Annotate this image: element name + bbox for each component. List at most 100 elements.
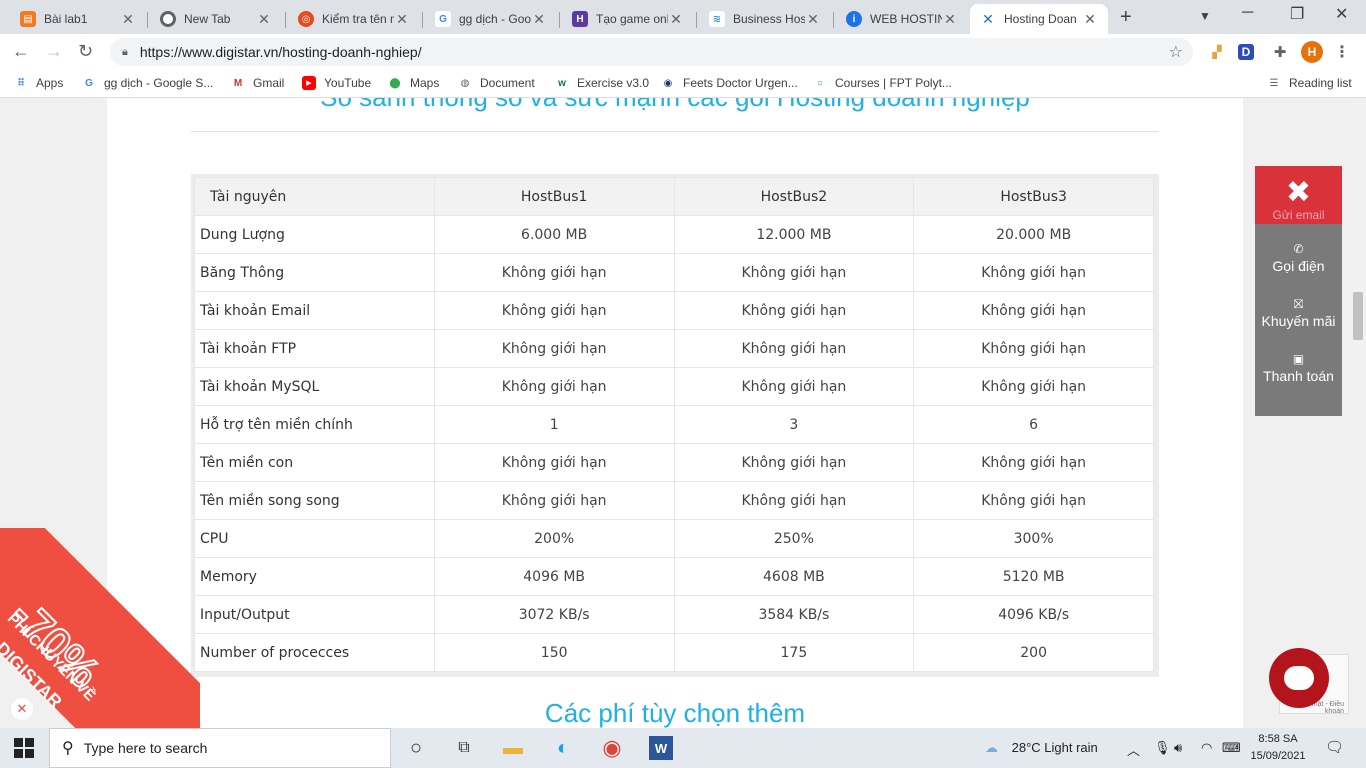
clock-time: 8:58 SA [1258, 733, 1298, 745]
youtube-icon: ▶ [302, 76, 316, 90]
scrollbar-thumb[interactable] [1353, 292, 1363, 340]
tab-search-icon[interactable]: ▼ [1199, 9, 1211, 23]
page-scrollbar[interactable] [1350, 98, 1366, 728]
close-icon[interactable]: ✕ [1082, 11, 1098, 28]
bookmark-feets-doctor[interactable]: ◉ Feets Doctor Urgen... [661, 76, 798, 90]
bookmark-exercise[interactable]: w Exercise v3.0 [555, 76, 649, 90]
back-icon[interactable]: ← [12, 41, 30, 62]
row-value: Không giới hạn [673, 367, 915, 406]
bookmark-label: Feets Doctor Urgen... [683, 76, 798, 90]
row-value: Không giới hạn [913, 253, 1154, 292]
volume-icon[interactable]: 🔊︎ [1174, 740, 1182, 756]
url-text[interactable]: https://www.digistar.vn/hosting-doanh-ng… [140, 44, 422, 60]
bookmark-youtube[interactable]: ▶ YouTube [302, 76, 371, 90]
call-button[interactable]: ✆ Gọi điện [1255, 242, 1342, 297]
cortana-icon[interactable]: ○ [404, 736, 428, 760]
reading-list[interactable]: ☰ Reading list [1267, 76, 1352, 90]
promotion-button[interactable]: ⛝ Khuyến mãi [1255, 297, 1342, 352]
bookmark-gg-dich[interactable]: Ggg dịch - Google S... [82, 76, 213, 90]
minimize-icon[interactable]: ─ [1242, 4, 1253, 22]
forward-icon[interactable]: → [45, 41, 63, 62]
row-value: 5120 MB [913, 557, 1154, 596]
comparison-title: So sánh thông số và sức mạnh các gói Hos… [107, 98, 1243, 113]
tab-bai-lab1[interactable]: ▤ Bài lab1 ✕ [10, 4, 146, 34]
row-value: Không giới hạn [673, 253, 915, 292]
bookmark-star-icon[interactable]: ☆ [1169, 42, 1183, 62]
row-value: Không giới hạn [433, 367, 675, 406]
tab-gg-dich[interactable]: G gg dịch - Goo ✕ [425, 4, 557, 34]
keyboard-icon[interactable]: ⌨ [1222, 740, 1241, 756]
restore-icon[interactable]: ❐ [1290, 4, 1304, 24]
close-icon[interactable]: ✕ [942, 11, 958, 28]
menu-icon[interactable]: ⋮ [1332, 42, 1352, 62]
extension-icon[interactable]: ▞ [1207, 42, 1227, 62]
row-value: 3072 KB/s [433, 595, 675, 634]
chrome-icon [160, 11, 176, 27]
row-label: Băng Thông [194, 253, 435, 292]
window-close-icon[interactable]: ✕ [1335, 4, 1348, 24]
notifications-icon[interactable]: 🗨︎ [1325, 738, 1344, 756]
taskbar-search[interactable]: ⚲ Type here to search [49, 728, 391, 768]
row-value: Không giới hạn [433, 291, 675, 330]
edge-icon[interactable]: ◐ [551, 736, 575, 760]
promo-ribbon[interactable]: -70% PHÍ CHUYỂN VỀ DIGISTAR [0, 528, 200, 728]
google-icon: G [435, 11, 451, 27]
game-icon: H [572, 11, 588, 27]
profile-initial: H [1307, 45, 1317, 59]
row-value: 250% [673, 519, 915, 558]
table-row: Tên miền song song Không giới hạn Không gi… [194, 481, 1154, 520]
bookmark-apps[interactable]: ⠿ Apps [14, 76, 63, 90]
bookmark-maps[interactable]: ⬤ Maps [388, 76, 439, 90]
extension-d-label: D [1241, 45, 1251, 59]
taskbar-clock[interactable]: 8:58 SA 15/09/2021 [1246, 731, 1310, 765]
bookmark-label: Courses | FPT Polyt... [835, 76, 952, 90]
tray-chevron-icon[interactable]: ︿ [1127, 740, 1140, 759]
close-icon[interactable]: ✕ [256, 11, 272, 28]
widget-close-button[interactable]: ✖ Gửi email [1255, 166, 1342, 224]
tab-business-host[interactable]: ≋ Business Host ✕ [699, 4, 831, 34]
row-label: Tên miền song song [194, 481, 435, 520]
tab-kiem-tra[interactable]: ◎ Kiểm tra tên m ✕ [288, 4, 420, 34]
money-icon: ▣ [1292, 352, 1305, 366]
chat-button[interactable] [1269, 648, 1329, 708]
profile-avatar[interactable]: H [1301, 41, 1323, 63]
maps-pin-icon: ⬤ [389, 77, 401, 89]
bookmark-label: Gmail [253, 76, 285, 90]
microphone-icon[interactable]: 🎙︎ [1154, 740, 1171, 756]
row-value: 1 [433, 405, 675, 444]
tab-tao-game[interactable]: H Tạo game onl ✕ [562, 4, 694, 34]
header-hostbus2: HostBus2 [673, 177, 915, 216]
address-bar[interactable]: 🔒︎ https://www.digistar.vn/hosting-doanh… [110, 38, 1193, 66]
word-icon[interactable]: W [649, 736, 673, 760]
promo-close-icon[interactable]: ✕ [11, 698, 33, 720]
bookmark-courses[interactable]: ○ Courses | FPT Polyt... [813, 76, 952, 90]
windows-start-icon[interactable] [14, 738, 34, 758]
close-icon[interactable]: ✕ [394, 11, 410, 28]
close-icon[interactable]: ✕ [668, 11, 684, 28]
tab-web-hosting[interactable]: i WEB HOSTING ✕ [836, 4, 968, 34]
task-view-icon[interactable]: ⧉ [452, 736, 476, 760]
row-label: Dung Lượng [194, 215, 435, 254]
payment-button[interactable]: ▣ Thanh toán [1255, 352, 1342, 407]
chrome-taskbar-icon[interactable]: ◉ [600, 735, 624, 760]
apps-grid-icon: ⠿ [17, 77, 25, 89]
tab-new-tab[interactable]: New Tab ✕ [150, 4, 282, 34]
bookmark-document[interactable]: ◍ Document [458, 76, 535, 90]
bookmark-gmail[interactable]: M Gmail [231, 76, 285, 90]
row-value: Không giới hạn [673, 443, 915, 482]
close-icon[interactable]: ✕ [531, 11, 547, 28]
wifi-icon[interactable]: ◠ [1201, 740, 1212, 756]
row-value: 4096 KB/s [913, 595, 1154, 634]
reload-icon[interactable]: ↻ [78, 41, 93, 62]
close-icon[interactable]: ✕ [120, 11, 136, 28]
contact-widget: ✖ Gửi email ✆ Gọi điện ⛝ Khuyến mãi ▣ Th… [1255, 166, 1342, 416]
puzzle-icon[interactable]: ✚ [1270, 42, 1290, 62]
close-icon[interactable]: ✕ [805, 11, 821, 28]
extension-d-icon[interactable]: D [1238, 44, 1254, 60]
table-row: Number of procecces 150 175 200 [194, 633, 1154, 672]
new-tab-button[interactable]: + [1120, 6, 1132, 29]
weather-widget[interactable]: ☁ 28°C Light rain [985, 740, 1098, 756]
file-explorer-icon[interactable]: ▬ [501, 736, 525, 760]
tab-hosting-doanh-nghiep[interactable]: ✕ Hosting Doan ✕ [970, 4, 1108, 34]
bookmark-label: Document [480, 76, 535, 90]
